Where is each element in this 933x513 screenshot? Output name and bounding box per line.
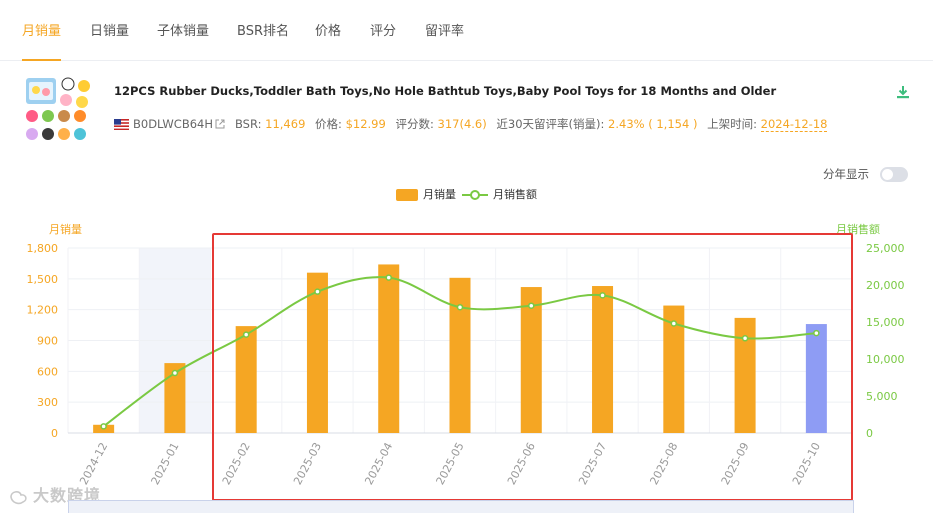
watermark-logo-icon	[10, 490, 27, 504]
tab-review-rate[interactable]: 留评率	[425, 0, 464, 60]
bsr-value: 11,469	[265, 117, 306, 131]
toggle-knob	[882, 169, 893, 180]
y-right-tick-label: 25,000	[866, 242, 905, 255]
y-left-tick-label: 300	[37, 396, 58, 409]
line-point-monthly-revenue	[314, 288, 321, 295]
review-rate-value: 2.43% ( 1,154 )	[608, 117, 698, 131]
product-thumbnail[interactable]	[24, 76, 96, 148]
bar-monthly-sales	[592, 286, 614, 433]
asin[interactable]: B0DLWCB64H	[133, 117, 213, 131]
x-tick-label: 2025-06	[505, 440, 538, 487]
y-left-tick-label: 1,500	[27, 273, 59, 286]
product-title[interactable]: 12PCS Rubber Ducks,Toddler Bath Toys,No …	[114, 84, 776, 98]
y-left-tick-label: 1,800	[27, 242, 59, 255]
bar-monthly-sales	[378, 264, 400, 433]
reviews-label: 评分数:	[395, 117, 434, 131]
split-by-year-label: 分年显示	[823, 167, 869, 181]
line-point-monthly-revenue	[242, 331, 250, 338]
bar-monthly-sales	[449, 277, 471, 433]
x-tick-label: 2025-02	[220, 440, 253, 487]
line-point-monthly-revenue	[528, 302, 535, 309]
tab-price[interactable]: 价格	[315, 0, 341, 60]
x-tick-label: 2024-12	[77, 440, 110, 487]
split-by-year-toggle[interactable]	[880, 167, 908, 182]
chart-tab-bar: 月销量 日销量 子体销量 BSR排名 价格 评分 留评率	[0, 0, 933, 61]
y-left-tick-label: 0	[51, 427, 58, 440]
tab-variant-sales[interactable]: 子体销量	[157, 0, 209, 60]
download-icon[interactable]	[896, 85, 910, 99]
review-rate-label: 近30天留评率(销量):	[496, 117, 605, 131]
external-link-icon[interactable]	[215, 119, 225, 129]
us-flag-icon	[114, 118, 129, 130]
bar-monthly-sales	[235, 326, 257, 433]
bar-monthly-sales	[306, 272, 328, 433]
legend-label-line: 月销售额	[493, 188, 537, 201]
legend-line-swatch	[462, 190, 488, 200]
line-point-monthly-revenue	[385, 274, 392, 281]
launch-date-value: 2024-12-18	[760, 117, 828, 132]
sales-chart[interactable]: 0 300 600 900 1,200 1,500 1,800 0 5,000 10,000 15,…	[0, 230, 933, 500]
reviews-value: 317(4.6)	[437, 117, 487, 131]
chart-zoom-slider[interactable]	[68, 500, 854, 513]
y-left-tick-label: 600	[37, 365, 58, 378]
x-tick-label: 2025-07	[576, 440, 609, 487]
x-tick-label: 2025-04	[362, 440, 395, 487]
x-tick-label: 2025-09	[719, 440, 752, 487]
tab-bsr-rank[interactable]: BSR排名	[237, 0, 289, 60]
line-point-monthly-revenue	[813, 329, 820, 337]
line-point-monthly-revenue	[100, 423, 107, 430]
tab-rating[interactable]: 评分	[370, 0, 396, 60]
y-right-tick-label: 10,000	[866, 353, 905, 366]
tab-daily-sales[interactable]: 日销量	[90, 0, 129, 60]
y-right-tick-label: 5,000	[866, 390, 898, 403]
y-left-tick-label: 900	[37, 335, 58, 348]
legend-bar-swatch	[396, 189, 418, 201]
price-value: $12.99	[345, 117, 386, 131]
line-point-monthly-revenue	[456, 303, 464, 311]
y-right-tick-label: 0	[866, 427, 873, 440]
x-tick-label: 2025-05	[434, 440, 467, 487]
product-meta-row: B0DLWCB64H BSR: 11,469 价格: $12.99 评分数: 31…	[114, 116, 828, 132]
line-point-monthly-revenue	[171, 369, 179, 377]
line-point-monthly-revenue	[599, 292, 606, 299]
tab-monthly-sales[interactable]: 月销量	[22, 0, 62, 61]
x-tick-label: 2025-08	[647, 440, 680, 487]
line-point-monthly-revenue	[670, 320, 678, 327]
product-summary: 12PCS Rubber Ducks,Toddler Bath Toys,No …	[20, 72, 920, 152]
price-label: 价格:	[315, 117, 342, 131]
y-left-tick-label: 1,200	[27, 304, 59, 317]
y-right-tick-label: 20,000	[866, 279, 905, 292]
line-point-monthly-revenue	[741, 335, 749, 342]
x-tick-label: 2025-10	[790, 440, 823, 487]
launch-date-label: 上架时间:	[707, 117, 757, 131]
x-tick-label: 2025-01	[148, 440, 181, 487]
bsr-label: BSR:	[234, 117, 262, 131]
legend-item-monthly-sales[interactable]: 月销量	[396, 186, 456, 202]
legend-item-monthly-revenue[interactable]: 月销售额	[462, 186, 537, 202]
bar-monthly-sales	[805, 324, 827, 433]
legend-label-bar: 月销量	[423, 188, 456, 201]
x-tick-label: 2025-03	[291, 440, 324, 487]
y-right-tick-label: 15,000	[866, 316, 905, 329]
